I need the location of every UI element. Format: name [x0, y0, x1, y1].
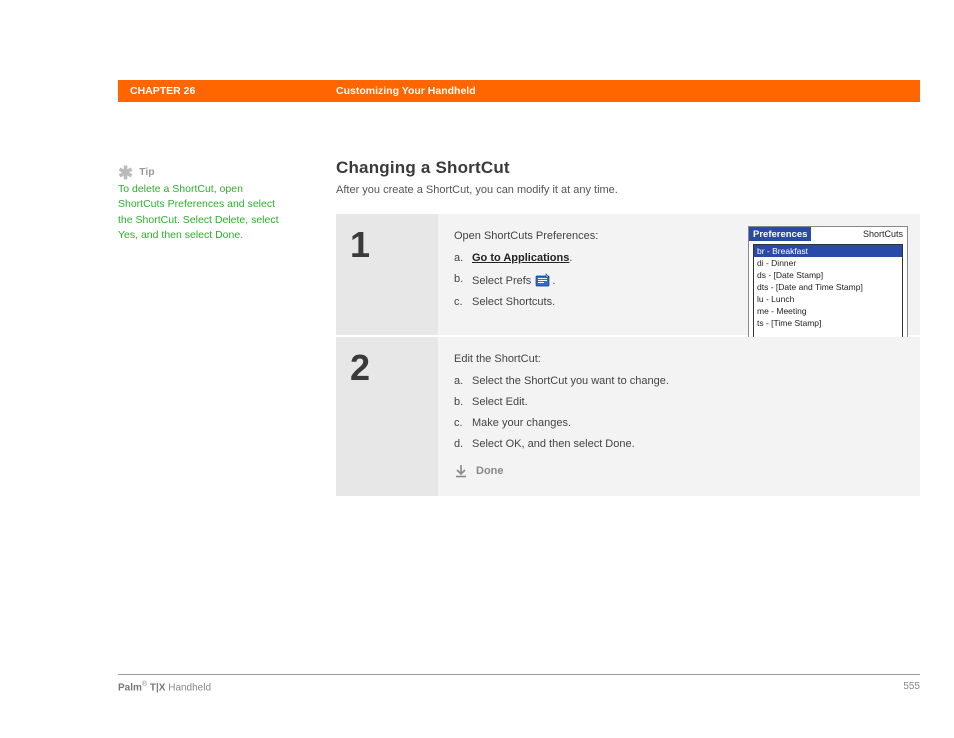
done-label: Done	[476, 465, 504, 477]
tip-block: ✱ Tip To delete a ShortCut, open ShortCu…	[118, 165, 283, 243]
palm-title-right: ShortCuts	[863, 229, 907, 239]
chapter-label: CHAPTER 26	[130, 85, 336, 97]
step-list: a. Select the ShortCut you want to chang…	[454, 375, 904, 450]
item-text: Select Shortcuts.	[472, 296, 555, 308]
step-item-a: a. Select the ShortCut you want to chang…	[454, 375, 904, 387]
product-model: T|X	[147, 682, 165, 693]
tip-body: To delete a ShortCut, open ShortCuts Pre…	[118, 182, 283, 243]
palm-title-left: Preferences	[749, 227, 811, 241]
section-intro: After you create a ShortCut, you can mod…	[336, 184, 920, 196]
item-letter: a.	[454, 375, 472, 387]
item-text: Select the ShortCut you want to change.	[472, 375, 669, 387]
section-title: Changing a ShortCut	[336, 158, 920, 178]
item-letter: a.	[454, 252, 472, 264]
palm-list-selected: br - Breakfast	[754, 245, 902, 257]
step-2: 2 Edit the ShortCut: a. Select the Short…	[336, 337, 920, 498]
done-row: Done	[454, 464, 904, 478]
step-number: 2	[336, 337, 438, 496]
prefs-post: .	[552, 275, 555, 287]
palm-list-item: dts - [Date and Time Stamp]	[754, 281, 902, 293]
header-orange-bar: CHAPTER 26 Customizing Your Handheld	[118, 80, 920, 102]
item-text: Select OK, and then select Done.	[472, 438, 635, 450]
header-left-margin	[0, 80, 118, 102]
palm-titlebar: Preferences ShortCuts	[749, 227, 907, 241]
prefs-pre: Select Prefs	[472, 275, 534, 287]
item-letter: b.	[454, 396, 472, 408]
main-column: Changing a ShortCut After you create a S…	[336, 158, 920, 498]
chapter-title: Customizing Your Handheld	[336, 85, 476, 97]
step-1: 1 Open ShortCuts Preferences: a. Go to A…	[336, 214, 920, 337]
step-item-c: c. Make your changes.	[454, 417, 904, 429]
tip-heading: Tip	[139, 166, 155, 178]
palm-list-item: ts - [Time Stamp]	[754, 317, 902, 329]
product-suffix: Handheld	[165, 682, 211, 693]
item-letter: b.	[454, 273, 472, 287]
product-brand: Palm	[118, 682, 142, 693]
page-footer: Palm® T|X Handheld 555	[118, 674, 920, 693]
palm-list-item: di - Dinner	[754, 257, 902, 269]
step-item-d: d. Select OK, and then select Done.	[454, 438, 904, 450]
step-body: Open ShortCuts Preferences: a. Go to App…	[438, 214, 920, 335]
palm-list-item: ds - [Date Stamp]	[754, 269, 902, 281]
item-text: Select Edit.	[472, 396, 528, 408]
item-letter: c.	[454, 417, 472, 429]
download-arrow-icon	[454, 464, 468, 478]
header-right-margin	[920, 80, 954, 102]
page-number: 555	[903, 681, 920, 693]
step-lead: Edit the ShortCut:	[454, 353, 904, 365]
step-body: Edit the ShortCut: a. Select the ShortCu…	[438, 337, 920, 496]
prefs-icon	[535, 273, 551, 287]
palm-list-item: lu - Lunch	[754, 293, 902, 305]
item-letter: d.	[454, 438, 472, 450]
step-item-b: b. Select Edit.	[454, 396, 904, 408]
step-number: 1	[336, 214, 438, 335]
product-name: Palm® T|X Handheld	[118, 681, 211, 693]
palm-list-item: me - Meeting	[754, 305, 902, 317]
select-prefs-text: Select Prefs .	[472, 273, 555, 287]
chapter-header: CHAPTER 26 Customizing Your Handheld	[0, 80, 954, 102]
steps-container: 1 Open ShortCuts Preferences: a. Go to A…	[336, 214, 920, 498]
asterisk-icon: ✱	[118, 168, 133, 179]
item-letter: c.	[454, 296, 472, 308]
go-to-applications-link[interactable]: Go to Applications	[472, 252, 569, 264]
item-text: Make your changes.	[472, 417, 571, 429]
